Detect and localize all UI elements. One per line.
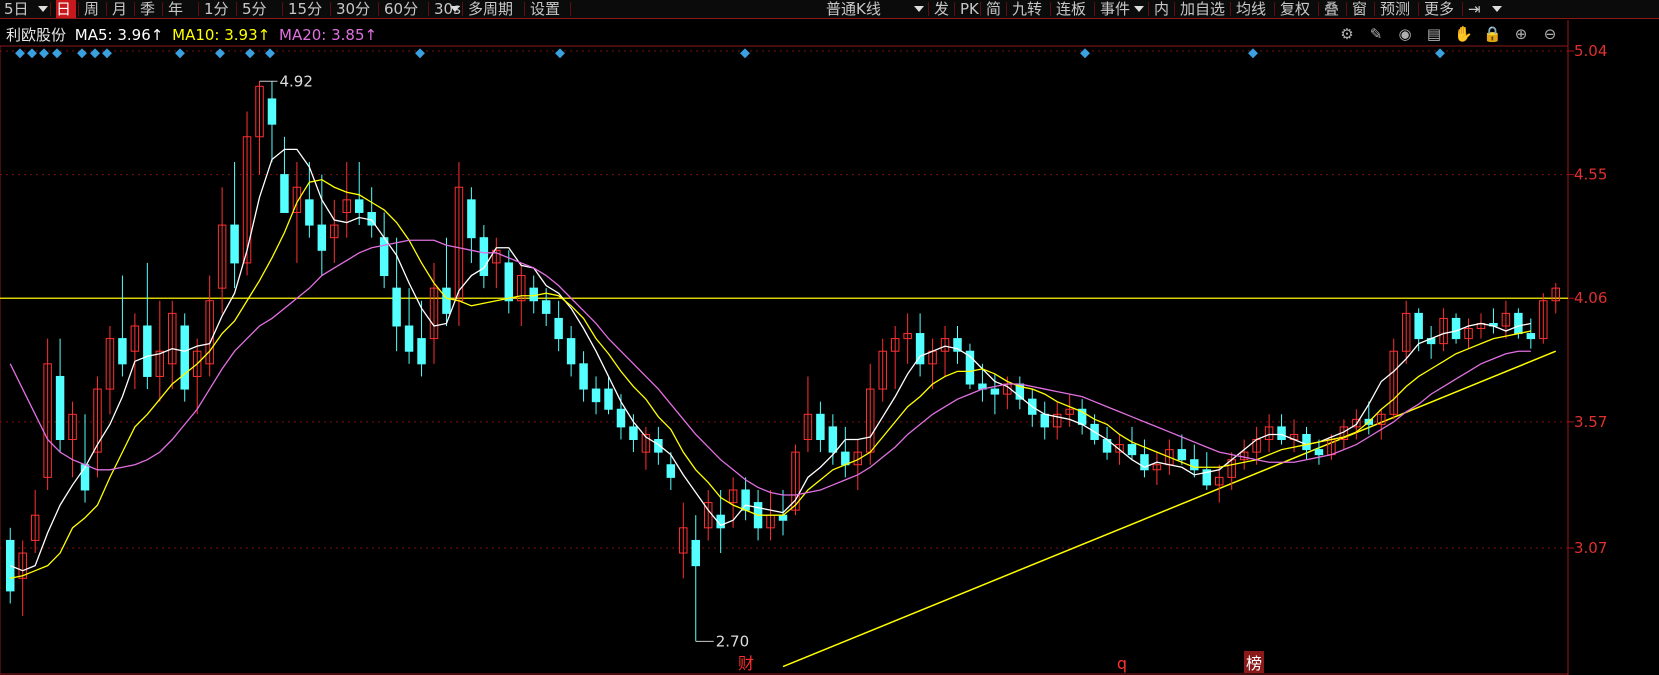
event-marker-icon <box>39 48 49 59</box>
y-tick-label: 4.55 <box>1574 166 1607 184</box>
candle-down <box>180 325 189 390</box>
low-label: 2.70 <box>716 632 749 650</box>
event-marker-icon <box>175 48 185 59</box>
candle-down <box>417 338 426 365</box>
y-tick-label: 3.07 <box>1574 539 1607 557</box>
candle-down <box>267 98 277 125</box>
candle-down <box>604 388 613 410</box>
candle-down <box>828 426 838 453</box>
candle-down <box>691 539 700 567</box>
candle-down <box>554 317 563 340</box>
event-marker-icon <box>90 48 100 59</box>
candlestick-chart: 5.04 4.55 4.06 3.57 3.07 4.92 2.70 财 q 榜 <box>0 20 1607 675</box>
event-marker-icon <box>740 48 750 59</box>
candle-down <box>591 388 601 403</box>
event-marker-icon <box>15 48 25 59</box>
candle-down <box>778 514 788 521</box>
high-label: 4.92 <box>280 72 313 90</box>
candle-down <box>579 363 588 390</box>
event-marker-icon <box>245 48 255 59</box>
event-marker-icon <box>415 48 425 59</box>
event-marker-icon <box>27 48 37 59</box>
candle-down <box>1314 449 1324 456</box>
event-marker-icon <box>215 48 225 59</box>
candle-down <box>379 237 389 277</box>
candle-down <box>404 325 414 352</box>
event-marker-icon <box>265 48 275 59</box>
plot-frame <box>0 45 1569 675</box>
event-marker-icon <box>1248 48 1258 59</box>
candle-down <box>442 287 451 314</box>
candle-down <box>392 287 401 327</box>
candle-down <box>1277 426 1286 441</box>
event-marker-icon <box>1435 48 1445 59</box>
candle-down <box>529 287 538 302</box>
y-tick-label: 4.06 <box>1574 289 1607 307</box>
candle-down <box>280 174 289 213</box>
candle-down <box>1451 317 1461 340</box>
event-badge: q <box>1117 654 1127 673</box>
candle-down <box>616 408 626 428</box>
event-badge: 榜 <box>1246 654 1262 673</box>
candle-down <box>1127 444 1137 456</box>
candle-down <box>1190 459 1199 471</box>
candle-down <box>118 338 127 365</box>
candle-down <box>317 224 327 251</box>
candle-down <box>230 224 239 264</box>
candle-down <box>467 199 476 239</box>
candle-down <box>990 388 1000 395</box>
candle-down <box>1302 433 1311 451</box>
candle-down <box>354 199 364 213</box>
y-tick-label: 3.57 <box>1574 413 1607 431</box>
candle-down <box>629 426 638 441</box>
candle-down <box>504 262 514 302</box>
candle-down <box>1040 413 1049 428</box>
candle-down <box>666 464 676 478</box>
candle-down <box>841 451 850 466</box>
candle-down <box>305 199 314 226</box>
y-tick-label: 5.04 <box>1574 42 1607 60</box>
candle-down <box>1526 333 1536 340</box>
candle-down <box>1177 449 1187 461</box>
candle-down <box>1514 312 1523 335</box>
candle-down <box>55 375 65 441</box>
candle-down <box>654 439 663 453</box>
candle-down <box>80 464 90 491</box>
candle-down <box>566 338 576 365</box>
candle-down <box>816 413 825 441</box>
event-marker-icon <box>1080 48 1090 59</box>
candle-down <box>143 325 152 377</box>
event-marker-icon <box>102 48 112 59</box>
event-marker-icon <box>555 48 565 59</box>
event-badge: 财 <box>738 654 754 673</box>
event-marker-icon <box>52 48 62 59</box>
candle-down <box>741 489 750 511</box>
candle-down <box>541 300 551 314</box>
event-marker-icon <box>77 48 87 59</box>
candle-down <box>1414 312 1423 340</box>
trend-line <box>782 350 1557 668</box>
